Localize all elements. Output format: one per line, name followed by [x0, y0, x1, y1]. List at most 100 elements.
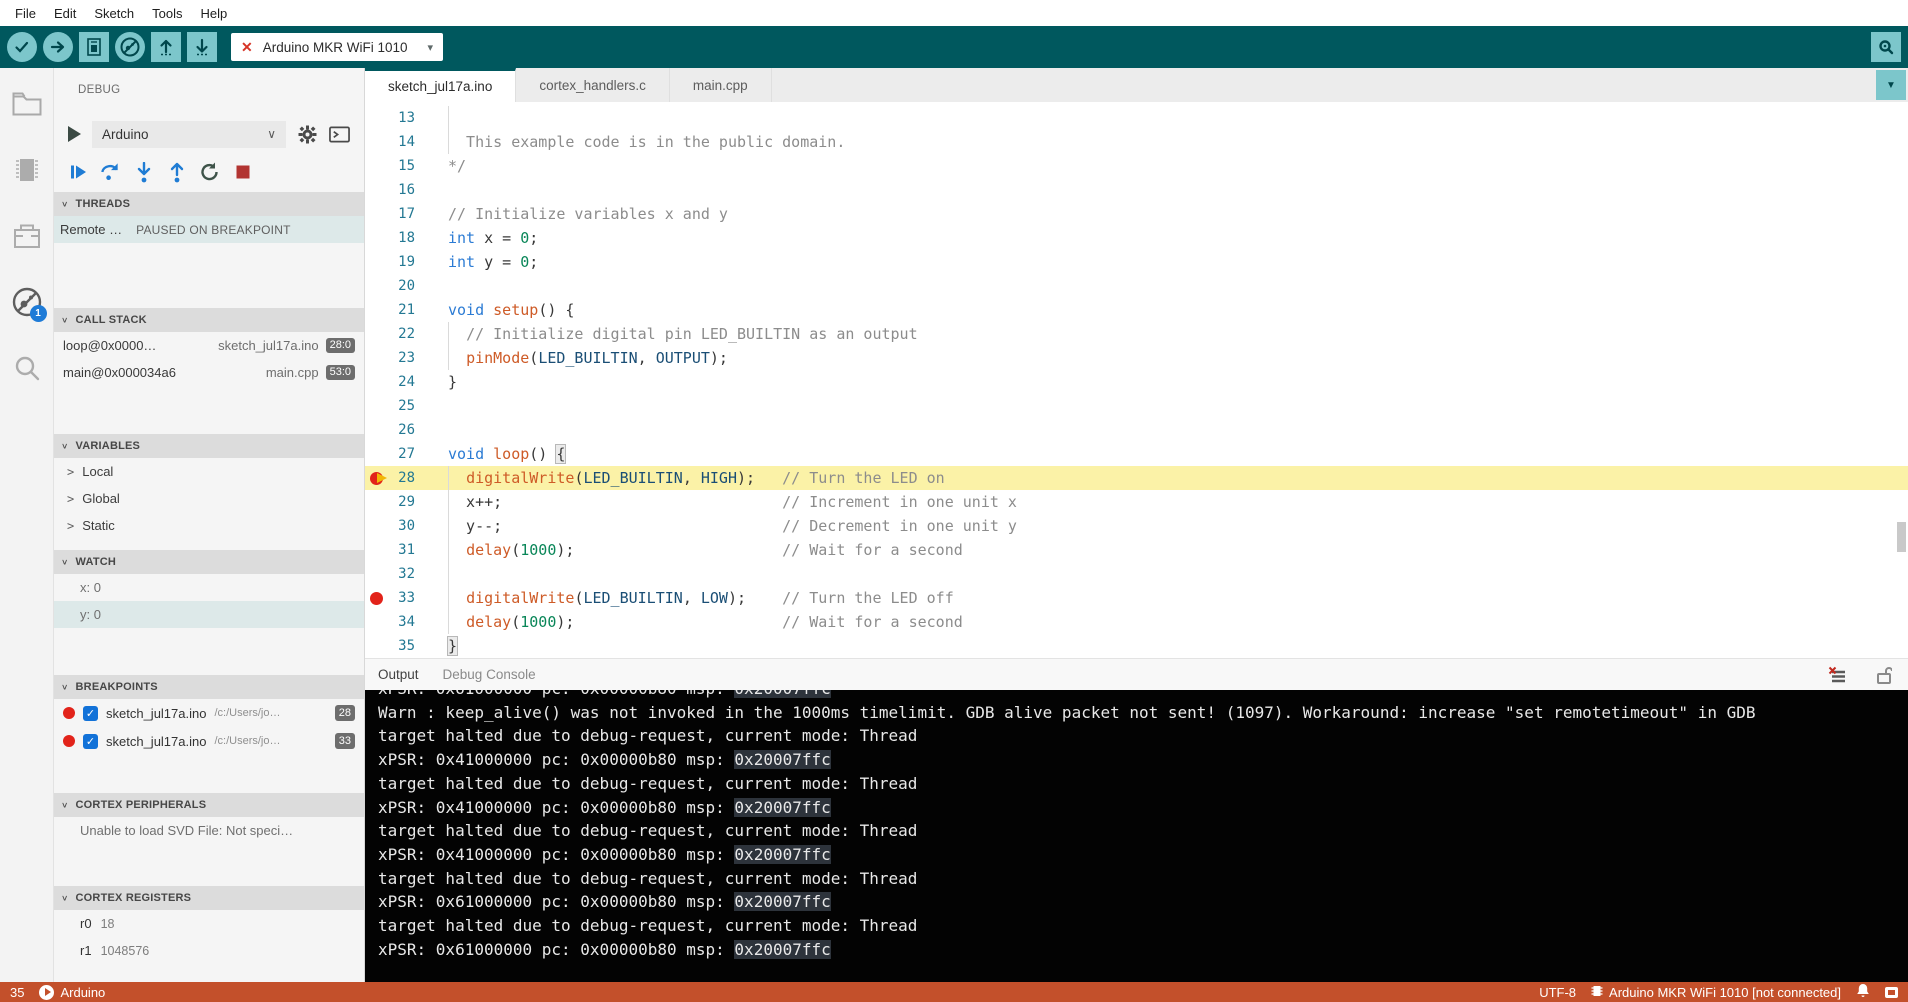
- debug-disabled-button[interactable]: [115, 32, 145, 62]
- gutter-margin[interactable]: [365, 610, 389, 634]
- gutter-margin[interactable]: [365, 442, 389, 466]
- breakpoint-icon[interactable]: [365, 586, 389, 610]
- token-pl: [448, 589, 466, 607]
- breakpoint-checkbox[interactable]: ✓: [83, 706, 98, 721]
- gutter-margin[interactable]: [365, 346, 389, 370]
- line-number: 21: [389, 298, 415, 322]
- breakpoint-row[interactable]: ✓sketch_jul17a.ino/c:/Users/jo…28: [54, 699, 364, 727]
- status-line-number[interactable]: 35: [10, 985, 24, 1000]
- section-header-watch[interactable]: ∨ WATCH: [54, 550, 364, 574]
- step-over-button[interactable]: [100, 162, 121, 183]
- section-header-variables[interactable]: ∨ VARIABLES: [54, 434, 364, 458]
- call-stack-frame[interactable]: loop@0x0000…sketch_jul17a.ino28:0: [54, 332, 364, 359]
- unlock-scroll-button[interactable]: [1873, 664, 1895, 686]
- gear-icon[interactable]: [297, 124, 318, 145]
- variables-group-global[interactable]: >Global: [54, 485, 364, 512]
- tab-cortex_handlers.c[interactable]: cortex_handlers.c: [516, 68, 670, 102]
- gutter-margin[interactable]: [365, 178, 389, 202]
- upload-button[interactable]: [43, 32, 73, 62]
- debug-output-console[interactable]: xPSR: 0x61000000 pc: 0x00000b80 msp: 0x2…: [365, 690, 1908, 982]
- serial-monitor-button[interactable]: [1871, 32, 1901, 62]
- register-row[interactable]: r11048576: [54, 937, 364, 964]
- debug-console-icon[interactable]: [329, 124, 350, 145]
- restart-button[interactable]: [199, 162, 220, 183]
- notifications-bell-button[interactable]: [1856, 983, 1870, 1001]
- import-button[interactable]: [187, 32, 217, 62]
- code-editor[interactable]: 1314 This example code is in the public …: [365, 102, 1908, 658]
- tab-dropdown-button[interactable]: ▼: [1876, 70, 1906, 100]
- export-button[interactable]: [151, 32, 181, 62]
- status-encoding[interactable]: UTF-8: [1539, 985, 1576, 1000]
- gutter-margin[interactable]: [365, 490, 389, 514]
- gutter-margin[interactable]: [365, 418, 389, 442]
- breakpoint-dot-icon: [63, 707, 75, 719]
- board-selector[interactable]: ✕ Arduino MKR WiFi 1010 ▾: [231, 33, 443, 61]
- step-out-button[interactable]: [166, 162, 187, 183]
- tab-label: sketch_jul17a.ino: [388, 79, 492, 94]
- tab-main.cpp[interactable]: main.cpp: [670, 68, 772, 102]
- clear-output-button[interactable]: [1827, 664, 1849, 686]
- token-fn: digitalWrite: [466, 589, 574, 607]
- breakpoint-checkbox[interactable]: ✓: [83, 734, 98, 749]
- gutter-margin[interactable]: [365, 130, 389, 154]
- breakpoint-dot-icon: [370, 592, 383, 605]
- variables-group-static[interactable]: >Static: [54, 512, 364, 539]
- menu-help[interactable]: Help: [191, 6, 236, 21]
- gutter-margin[interactable]: [365, 106, 389, 130]
- watch-expression[interactable]: x: 0: [54, 574, 364, 601]
- menu-file[interactable]: File: [6, 6, 45, 21]
- gutter-margin[interactable]: [365, 274, 389, 298]
- tab-sketch_jul17a.ino[interactable]: sketch_jul17a.ino: [365, 68, 516, 102]
- sidebar-item-sketchbook[interactable]: [5, 82, 49, 126]
- tab-label: main.cpp: [693, 78, 748, 93]
- gutter-margin[interactable]: [365, 298, 389, 322]
- verify-button[interactable]: [7, 32, 37, 62]
- token-pl: [448, 349, 466, 367]
- step-into-button[interactable]: [133, 162, 154, 183]
- variables-group-local[interactable]: >Local: [54, 458, 364, 485]
- sidebar-item-library-manager[interactable]: [5, 214, 49, 258]
- sidebar-item-debug[interactable]: 1: [5, 280, 49, 324]
- sidebar-item-search[interactable]: [5, 346, 49, 390]
- chip-icon: [1591, 984, 1603, 1001]
- gutter-margin[interactable]: [365, 538, 389, 562]
- gutter-margin[interactable]: [365, 322, 389, 346]
- watch-expression[interactable]: y: 0: [54, 601, 364, 628]
- variables-group-label: Global: [82, 491, 120, 506]
- section-header-threads[interactable]: ∨ THREADS: [54, 192, 364, 216]
- call-stack-frame[interactable]: main@0x000034a6main.cpp53:0: [54, 359, 364, 386]
- status-debug-session[interactable]: Arduino: [39, 985, 105, 1000]
- gutter-margin[interactable]: [365, 634, 389, 658]
- gutter-margin[interactable]: [365, 514, 389, 538]
- gutter-margin[interactable]: [365, 154, 389, 178]
- breakpoint-row[interactable]: ✓sketch_jul17a.ino/c:/Users/jo…33: [54, 727, 364, 755]
- console-text: target halted due to debug-request, curr…: [378, 869, 917, 888]
- line-number: 32: [389, 562, 415, 586]
- continue-button[interactable]: [67, 162, 88, 183]
- debug-profile-select[interactable]: Arduino ∨: [92, 121, 286, 148]
- gutter-margin[interactable]: [365, 202, 389, 226]
- stop-button[interactable]: [232, 162, 253, 183]
- gutter-margin[interactable]: [365, 250, 389, 274]
- section-header-cortex-peripherals[interactable]: ∨ CORTEX PERIPHERALS: [54, 793, 364, 817]
- section-header-call-stack[interactable]: ∨ CALL STACK: [54, 308, 364, 332]
- sketch-debug-button[interactable]: [79, 32, 109, 62]
- tab-output[interactable]: Output: [378, 667, 419, 682]
- gutter-margin[interactable]: [365, 226, 389, 250]
- current-line-breakpoint-icon[interactable]: [365, 466, 389, 490]
- gutter-margin[interactable]: [365, 394, 389, 418]
- start-debug-icon[interactable]: [68, 126, 81, 142]
- gutter-margin[interactable]: [365, 370, 389, 394]
- section-header-breakpoints[interactable]: ∨ BREAKPOINTS: [54, 675, 364, 699]
- tab-debug-console[interactable]: Debug Console: [443, 667, 536, 682]
- status-board[interactable]: Arduino MKR WiFi 1010 [not connected]: [1591, 984, 1841, 1001]
- menu-sketch[interactable]: Sketch: [85, 6, 143, 21]
- gutter-margin[interactable]: [365, 562, 389, 586]
- panel-toggle-icon[interactable]: [1885, 987, 1898, 998]
- sidebar-item-boards-manager[interactable]: [5, 148, 49, 192]
- menu-edit[interactable]: Edit: [45, 6, 85, 21]
- thread-row[interactable]: Remote …PAUSED ON BREAKPOINT: [54, 216, 364, 243]
- section-header-cortex-registers[interactable]: ∨ CORTEX REGISTERS: [54, 886, 364, 910]
- register-row[interactable]: r018: [54, 910, 364, 937]
- menu-tools[interactable]: Tools: [143, 6, 191, 21]
